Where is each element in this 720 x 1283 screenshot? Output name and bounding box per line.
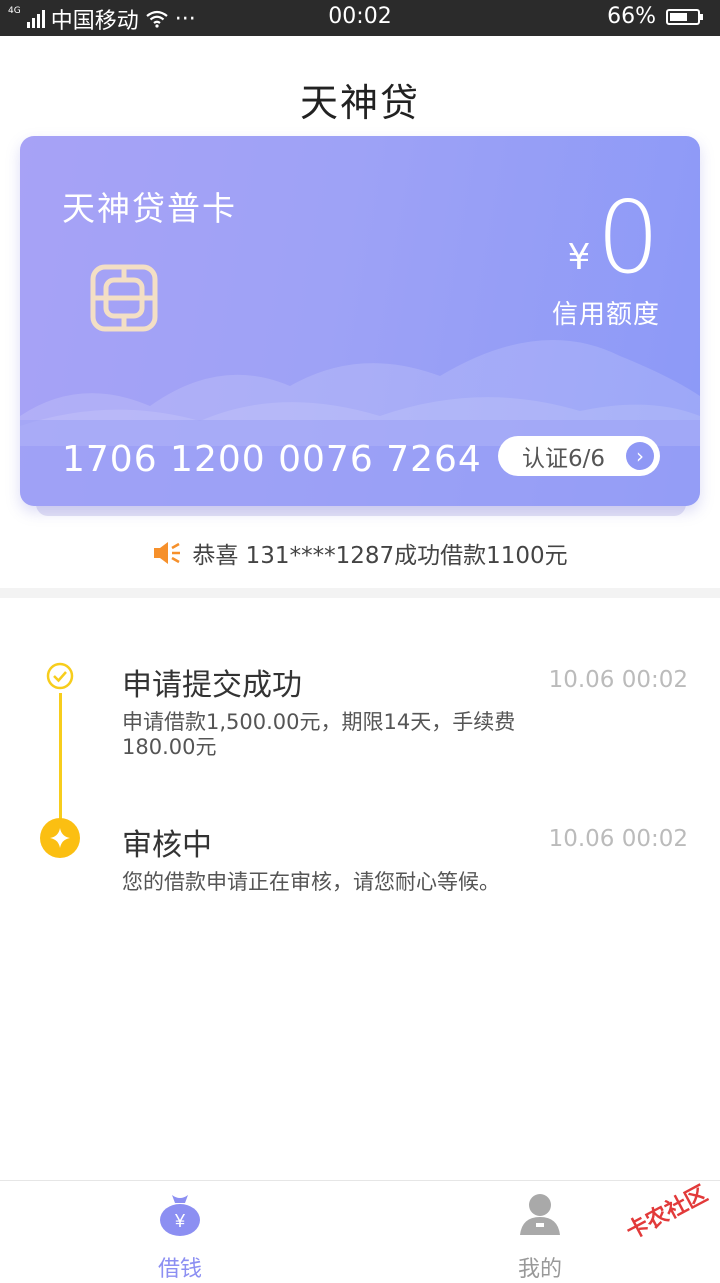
tab-mine[interactable]: 我的 xyxy=(480,1191,600,1283)
card-chip-icon xyxy=(90,264,158,332)
bottom-tab-bar: ¥ 借钱 我的 xyxy=(0,1180,720,1283)
certification-button[interactable]: 认证6/6 › xyxy=(498,436,660,476)
timeline-step-desc: 您的借款申请正在审核，请您耐心等候。 xyxy=(122,870,542,895)
tab-borrow[interactable]: ¥ 借钱 xyxy=(120,1191,240,1283)
page-title: 天神贷 xyxy=(299,81,420,125)
loan-notice: 恭喜 131****1287成功借款1100元 xyxy=(0,536,720,570)
certification-label: 认证6/6 xyxy=(522,446,606,472)
check-circle-icon xyxy=(46,662,74,690)
card-number: 1706 1200 0076 7264 xyxy=(62,439,482,480)
credit-card[interactable]: 天神贷普卡 ¥ 0 信用额度 1706 1200 0076 7264 认证6/6… xyxy=(20,136,700,506)
timeline-desc-line: 申请借款1,500.00元，期限14天，手续费 xyxy=(122,710,516,734)
timeline-desc-line: 您的借款申请正在审核，请您耐心等候。 xyxy=(122,870,500,894)
timeline-step-title: 申请提交成功 xyxy=(122,668,302,703)
status-right: 66% xyxy=(607,4,703,29)
timeline-desc-line: 180.00元 xyxy=(122,735,217,759)
timeline-line xyxy=(59,693,62,829)
battery-percent: 66% xyxy=(607,4,656,29)
section-divider xyxy=(0,588,720,598)
credit-amount: 0 xyxy=(596,179,660,296)
money-bag-icon: ¥ xyxy=(160,1195,200,1236)
speaker-icon xyxy=(154,542,181,564)
status-bar: 4G 中国移动 ··· 00:02 66% xyxy=(0,0,720,36)
timeline-step-desc: 申请借款1,500.00元，期限14天，手续费 180.00元 xyxy=(122,710,542,760)
credit-label: 信用额度 xyxy=(551,300,660,330)
battery-fill xyxy=(670,12,687,21)
timeline-step-time: 10.06 00:02 xyxy=(548,667,688,693)
notice-text: 恭喜 131****1287成功借款1100元 xyxy=(192,543,568,569)
card-name: 天神贷普卡 xyxy=(62,189,237,228)
chevron-right-icon: › xyxy=(626,442,654,470)
svg-text:¥: ¥ xyxy=(174,1211,186,1231)
tab-mine-label: 我的 xyxy=(517,1257,562,1282)
reviewing-star-icon xyxy=(40,818,80,858)
credit-limit: ¥ 0 信用额度 xyxy=(552,188,660,331)
timeline-step-time: 10.06 00:02 xyxy=(548,826,688,852)
battery-icon xyxy=(666,8,703,25)
currency-symbol: ¥ xyxy=(567,237,591,278)
user-icon xyxy=(520,1194,560,1235)
tab-borrow-label: 借钱 xyxy=(157,1257,202,1282)
timeline-step-title: 审核中 xyxy=(122,828,212,863)
